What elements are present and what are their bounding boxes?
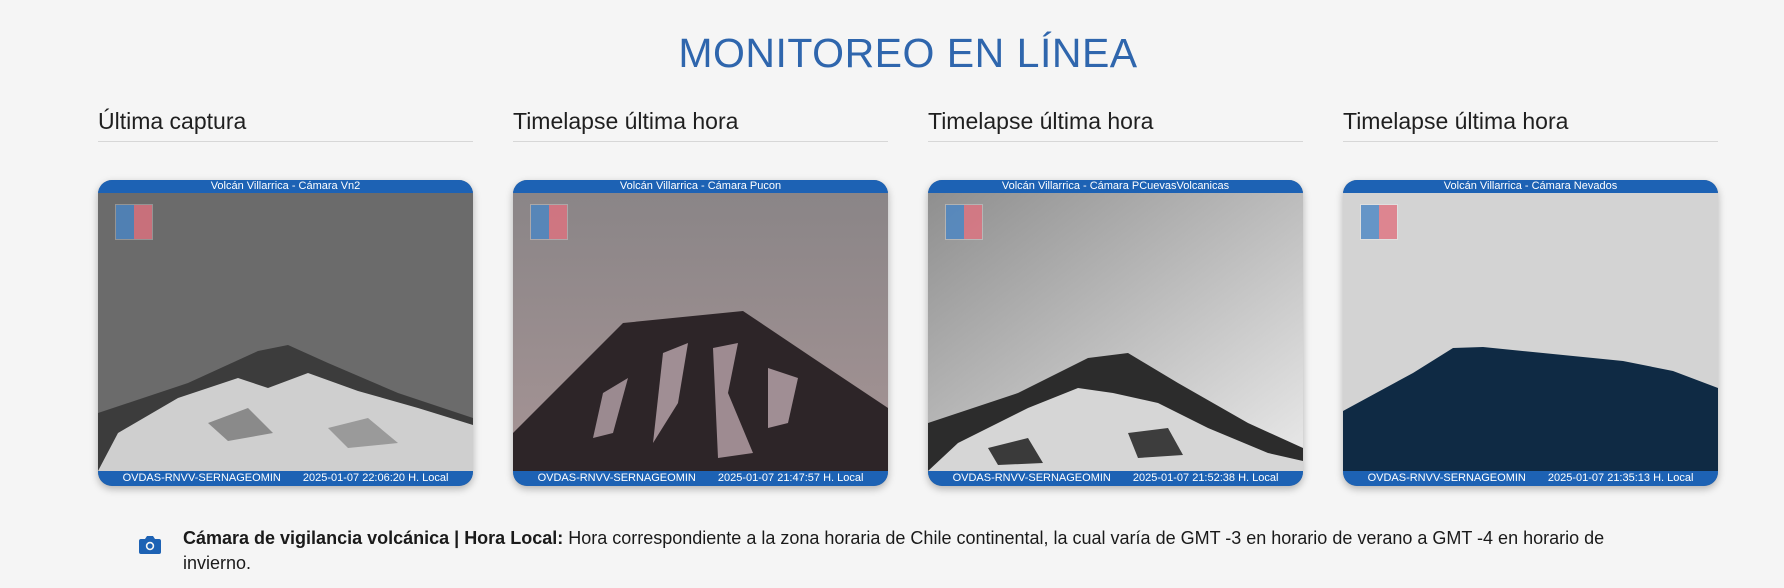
camera-column-1: Última captura Volcán Villarrica - Cámar… xyxy=(98,108,473,486)
camera-label: Volcán Villarrica - Cámara Nevados xyxy=(1343,180,1718,193)
volcano-scene xyxy=(1343,193,1718,471)
camera-footer: OVDAS-RNVV-SERNAGEOMIN 2025-01-07 22:06:… xyxy=(98,471,473,486)
camera-source: OVDAS-RNVV-SERNAGEOMIN xyxy=(952,472,1111,484)
camera-column-2: Timelapse última hora Volcán Villarrica … xyxy=(513,108,888,486)
note-label-2: Hora Local: xyxy=(464,528,564,548)
camera-image-pcuevasvolcanicas[interactable]: Volcán Villarrica - Cámara PCuevasVolcan… xyxy=(928,180,1303,486)
column-heading: Timelapse última hora xyxy=(513,108,888,142)
camera-column-4: Timelapse última hora Volcán Villarrica … xyxy=(1343,108,1718,486)
camera-label: Volcán Villarrica - Cámara Pucon xyxy=(513,180,888,193)
camera-icon xyxy=(139,536,161,554)
camera-label: Volcán Villarrica - Cámara Vn2 xyxy=(98,180,473,193)
camera-label: Volcán Villarrica - Cámara PCuevasVolcan… xyxy=(928,180,1303,193)
column-heading: Última captura xyxy=(98,108,473,142)
volcano-scene xyxy=(98,193,473,471)
camera-footer: OVDAS-RNVV-SERNAGEOMIN 2025-01-07 21:35:… xyxy=(1343,471,1718,486)
camera-timestamp: 2025-01-07 21:47:57 H. Local xyxy=(717,472,864,484)
camera-note: Cámara de vigilancia volcánica | Hora Lo… xyxy=(183,526,1653,576)
camera-footer: OVDAS-RNVV-SERNAGEOMIN 2025-01-07 21:47:… xyxy=(513,471,888,486)
camera-timestamp: 2025-01-07 21:35:13 H. Local xyxy=(1547,472,1694,484)
chile-gov-logo xyxy=(530,204,568,240)
camera-footer: OVDAS-RNVV-SERNAGEOMIN 2025-01-07 21:52:… xyxy=(928,471,1303,486)
camera-source: OVDAS-RNVV-SERNAGEOMIN xyxy=(1367,472,1526,484)
note-separator: | xyxy=(449,528,465,548)
page-title: MONITOREO EN LÍNEA xyxy=(678,30,1138,76)
camera-source: OVDAS-RNVV-SERNAGEOMIN xyxy=(537,472,696,484)
chile-gov-logo xyxy=(115,204,153,240)
note-label: Cámara de vigilancia volcánica xyxy=(183,528,450,548)
chile-gov-logo xyxy=(1360,204,1398,240)
camera-source: OVDAS-RNVV-SERNAGEOMIN xyxy=(122,472,281,484)
chile-gov-logo xyxy=(945,204,983,240)
camera-image-vn2[interactable]: Volcán Villarrica - Cámara Vn2 OVDAS-RNV… xyxy=(98,180,473,486)
camera-image-nevados[interactable]: Volcán Villarrica - Cámara Nevados OVDAS… xyxy=(1343,180,1718,486)
camera-column-3: Timelapse última hora Volcán Villarrica … xyxy=(928,108,1303,486)
volcano-scene xyxy=(928,193,1303,471)
camera-timestamp: 2025-01-07 22:06:20 H. Local xyxy=(302,472,449,484)
volcano-scene xyxy=(513,193,888,471)
camera-image-pucon[interactable]: Volcán Villarrica - Cámara Pucon OVDAS-R… xyxy=(513,180,888,486)
column-heading: Timelapse última hora xyxy=(1343,108,1718,142)
column-heading: Timelapse última hora xyxy=(928,108,1303,142)
camera-timestamp: 2025-01-07 21:52:38 H. Local xyxy=(1132,472,1279,484)
